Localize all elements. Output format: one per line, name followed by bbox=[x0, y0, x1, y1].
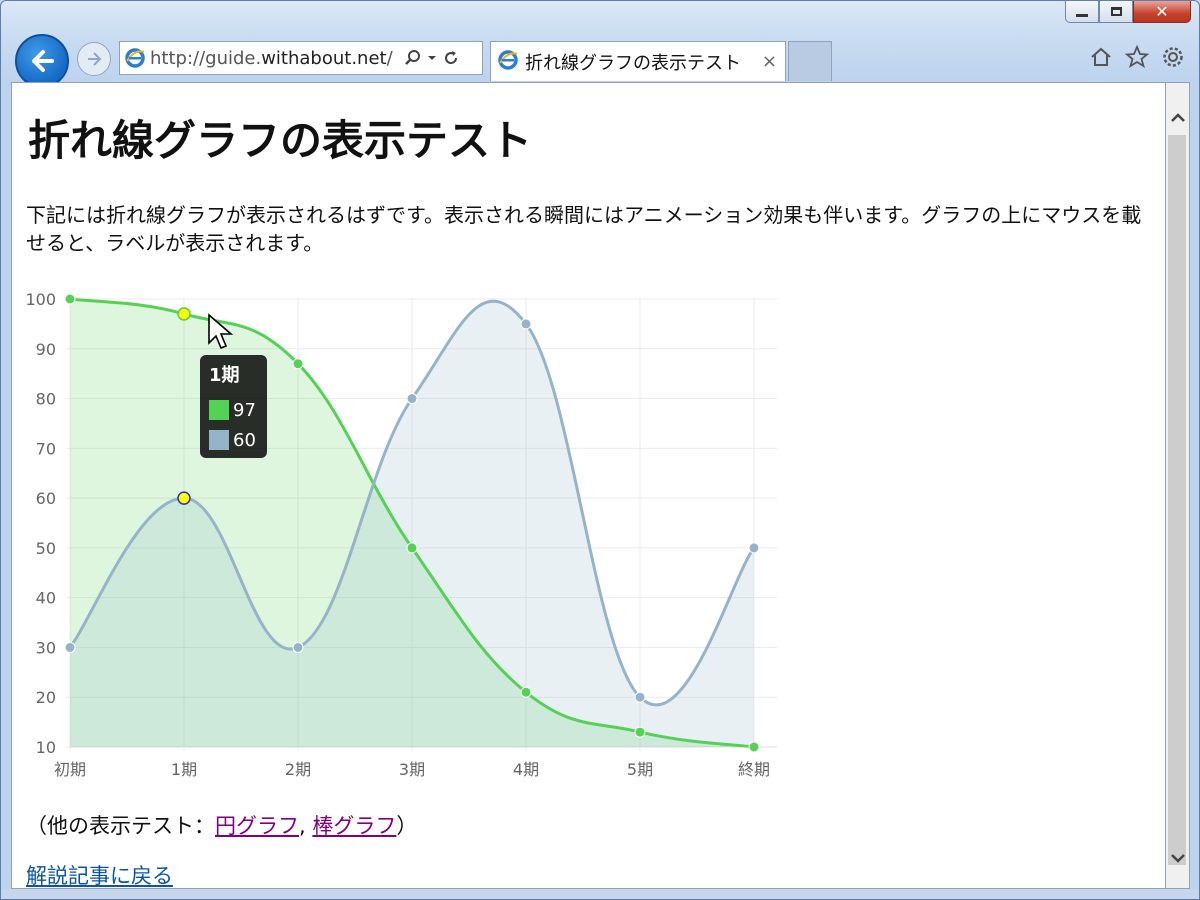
y-tick-label: 40 bbox=[36, 589, 56, 608]
x-tick-label: 2期 bbox=[285, 760, 311, 779]
line-chart[interactable]: 100 90 80 70 60 50 40 30 20 10 初期 1期 2期 3期 4期 5期 終期 bbox=[12, 283, 792, 783]
scroll-thumb[interactable] bbox=[1168, 135, 1186, 865]
close-window-button[interactable]: ✕ bbox=[1133, 1, 1191, 23]
search-icon[interactable] bbox=[404, 49, 422, 67]
chevron-up-icon bbox=[1171, 113, 1185, 122]
y-tick-label: 50 bbox=[36, 539, 56, 558]
y-tick-label: 100 bbox=[25, 290, 56, 309]
data-point-s2 bbox=[64, 641, 76, 653]
status-bar bbox=[1, 889, 1199, 899]
new-tab-button[interactable] bbox=[788, 41, 832, 81]
scroll-up-button[interactable] bbox=[1166, 103, 1190, 133]
chart-tooltip: 1期 97 60 bbox=[200, 355, 267, 458]
settings-gear-icon[interactable] bbox=[1161, 45, 1185, 69]
y-tick-label: 30 bbox=[36, 638, 56, 657]
scroll-down-button[interactable] bbox=[1166, 843, 1190, 873]
refresh-icon[interactable] bbox=[442, 49, 460, 67]
forward-button[interactable] bbox=[77, 42, 111, 76]
data-point-s2 bbox=[634, 691, 646, 703]
y-tick-label: 80 bbox=[36, 390, 56, 409]
tab-close-icon[interactable]: × bbox=[762, 51, 777, 72]
maximize-button[interactable] bbox=[1099, 1, 1133, 23]
x-tick-label: 1期 bbox=[171, 760, 197, 779]
dropdown-icon[interactable] bbox=[426, 52, 438, 64]
ie-logo-icon bbox=[120, 43, 150, 73]
data-point-s1 bbox=[406, 542, 418, 554]
url-domain: withabout.net bbox=[261, 47, 387, 69]
url-text[interactable]: http://guide.withabout.net/ bbox=[150, 48, 400, 69]
data-point-s1 bbox=[748, 741, 760, 753]
url-prefix: http://guide. bbox=[150, 47, 262, 69]
data-point-s1 bbox=[177, 307, 191, 321]
back-button[interactable] bbox=[15, 34, 69, 88]
bar-chart-link[interactable]: 棒グラフ bbox=[312, 814, 396, 838]
tooltip-value-2: 60 bbox=[233, 429, 256, 451]
x-tick-label: 3期 bbox=[399, 760, 425, 779]
address-tools bbox=[404, 49, 460, 67]
back-to-article-link[interactable]: 解説記事に戻る bbox=[26, 860, 173, 888]
tooltip-value-1: 97 bbox=[233, 399, 256, 421]
data-point-s2 bbox=[292, 641, 304, 653]
minimize-button[interactable] bbox=[1065, 1, 1099, 23]
link-separator: , bbox=[299, 814, 306, 838]
tab-ie-icon bbox=[497, 49, 519, 75]
data-point-s1 bbox=[64, 293, 76, 305]
data-point-s1 bbox=[292, 358, 304, 370]
close-icon: ✕ bbox=[1155, 2, 1169, 21]
vertical-scrollbar[interactable] bbox=[1166, 82, 1190, 889]
page-description: 下記には折れ線グラフが表示されるはずです。表示される瞬間にはアニメーション効果も… bbox=[26, 203, 1142, 255]
data-point-s2 bbox=[520, 318, 532, 330]
y-tick-label: 20 bbox=[36, 688, 56, 707]
other-tests: （他の表示テスト：円グラフ, 棒グラフ） bbox=[26, 810, 417, 840]
tooltip-swatch-blue bbox=[209, 430, 229, 450]
x-tick-label: 4期 bbox=[513, 760, 539, 779]
data-point-s2 bbox=[406, 393, 418, 405]
tooltip-row-series1: 97 bbox=[209, 395, 258, 425]
browser-toolbar bbox=[1089, 45, 1185, 69]
tooltip-swatch-green bbox=[209, 400, 229, 420]
others-suffix: ） bbox=[396, 814, 418, 838]
data-point-s2 bbox=[748, 542, 760, 554]
page-content: 折れ線グラフの表示テスト 下記には折れ線グラフが表示されるはずです。表示される瞬… bbox=[11, 82, 1166, 889]
data-point-s1 bbox=[634, 726, 646, 738]
url-suffix: / bbox=[386, 47, 393, 69]
data-point-s2 bbox=[177, 491, 191, 505]
y-tick-label: 70 bbox=[36, 439, 56, 458]
tooltip-title: 1期 bbox=[209, 365, 240, 386]
back-arrow-icon bbox=[32, 50, 54, 72]
home-icon[interactable] bbox=[1089, 45, 1113, 69]
address-bar[interactable]: http://guide.withabout.net/ bbox=[119, 41, 483, 75]
browser-window: ✕ http://guide.withabout.net/ 折れ線グラフの表示テ… bbox=[0, 0, 1200, 900]
x-tick-label: 終期 bbox=[738, 760, 770, 779]
tab-active[interactable]: 折れ線グラフの表示テスト × bbox=[490, 41, 786, 81]
x-tick-label: 初期 bbox=[54, 760, 86, 779]
others-prefix: （他の表示テスト： bbox=[26, 814, 215, 838]
mouse-cursor-icon bbox=[208, 313, 234, 350]
chevron-down-icon bbox=[1171, 854, 1185, 863]
tooltip-row-series2: 60 bbox=[209, 425, 258, 455]
x-tick-label: 5期 bbox=[627, 760, 653, 779]
data-point-s1 bbox=[520, 686, 532, 698]
page-title: 折れ線グラフの表示テスト bbox=[28, 116, 533, 165]
pie-chart-link[interactable]: 円グラフ bbox=[215, 814, 299, 838]
forward-arrow-icon bbox=[88, 52, 102, 66]
minimize-icon bbox=[1076, 14, 1088, 17]
y-tick-label: 10 bbox=[36, 738, 56, 757]
y-tick-label: 90 bbox=[36, 340, 56, 359]
favorites-star-icon[interactable] bbox=[1125, 45, 1149, 69]
maximize-icon bbox=[1110, 7, 1122, 16]
window-controls: ✕ bbox=[1065, 1, 1191, 29]
tab-title: 折れ線グラフの表示テスト bbox=[525, 52, 741, 74]
y-tick-label: 60 bbox=[36, 489, 56, 508]
